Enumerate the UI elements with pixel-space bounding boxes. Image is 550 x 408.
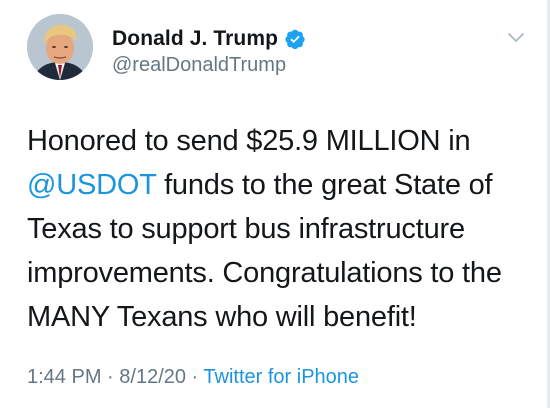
- tweet-card: Donald J. Trump @realDonaldTrump Honored…: [0, 0, 550, 408]
- tweet-text: Honored to send $25.9 MILLION in @USDOT …: [27, 119, 532, 339]
- tweet-time[interactable]: 1:44 PM: [27, 366, 101, 388]
- tweet-source-link[interactable]: Twitter for iPhone: [203, 366, 359, 388]
- meta-separator: ·: [186, 366, 204, 388]
- handle[interactable]: @realDonaldTrump: [112, 54, 286, 77]
- text-segment: improvements. Congratulations to the: [27, 257, 502, 289]
- text-segment: Honored to send $25.9 MILLION in: [27, 125, 471, 157]
- verified-badge-icon: [284, 28, 306, 50]
- tweet-text-line: Honored to send $25.9 MILLION in: [27, 119, 532, 163]
- tweet-date[interactable]: 8/12/20: [119, 366, 186, 388]
- tweet-text-line: MANY Texans who will benefit!: [27, 295, 532, 339]
- author-name-row[interactable]: Donald J. Trump: [112, 25, 306, 53]
- text-segment: Texas to support bus infrastructure: [27, 213, 465, 245]
- text-segment: MANY Texans who will benefit!: [27, 301, 417, 333]
- tweet-text-line: @USDOT funds to the great State of: [27, 163, 532, 207]
- mention-link[interactable]: @USDOT: [27, 169, 156, 201]
- tweet-meta: 1:44 PM · 8/12/20 · Twitter for iPhone: [27, 366, 359, 389]
- tweet-text-line: Texas to support bus infrastructure: [27, 207, 532, 251]
- text-segment: funds to the great State of: [156, 169, 493, 201]
- avatar[interactable]: [27, 14, 93, 80]
- display-name[interactable]: Donald J. Trump: [112, 27, 278, 51]
- meta-separator: ·: [101, 366, 120, 388]
- tweet-text-line: improvements. Congratulations to the: [27, 251, 532, 295]
- chevron-down-icon[interactable]: [505, 30, 527, 46]
